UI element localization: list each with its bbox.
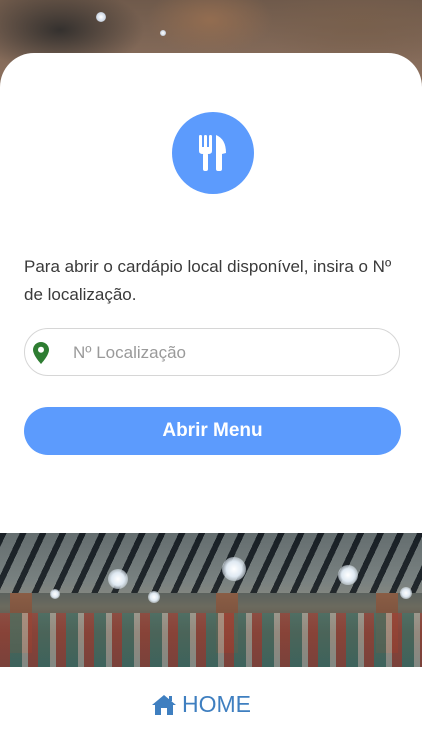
home-icon (152, 694, 176, 715)
footer: HOME (0, 667, 422, 750)
location-field[interactable] (24, 328, 400, 377)
page: Para abrir o cardápio local disponível, … (0, 0, 422, 750)
map-pin-icon (33, 342, 49, 364)
fork-knife-icon (199, 135, 226, 171)
restaurant-logo (172, 112, 254, 194)
background-photo-restaurant (0, 533, 422, 667)
home-label: HOME (182, 691, 251, 717)
home-link[interactable]: HOME (152, 691, 251, 718)
open-menu-button[interactable]: Abrir Menu (24, 407, 401, 455)
access-card: Para abrir o cardápio local disponível, … (0, 53, 422, 533)
location-number-input[interactable] (71, 329, 395, 377)
instruction-text: Para abrir o cardápio local disponível, … (24, 257, 392, 304)
